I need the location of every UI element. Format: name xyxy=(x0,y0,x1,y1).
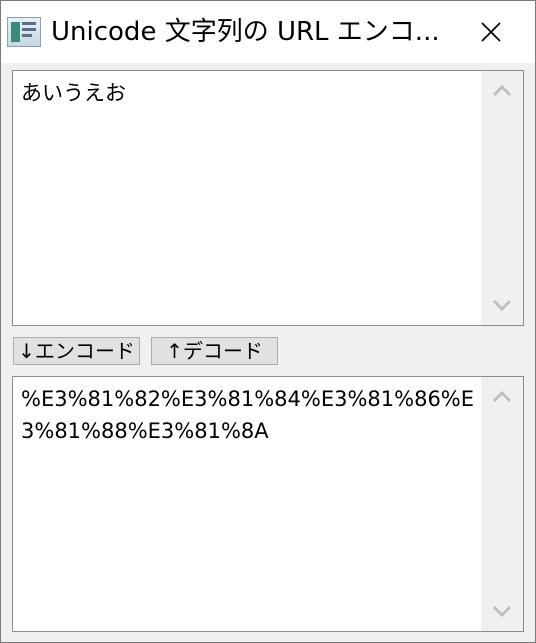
scroll-down-button[interactable] xyxy=(481,285,523,325)
scroll-up-button[interactable] xyxy=(481,377,523,417)
chevron-up-icon xyxy=(492,391,512,403)
encode-button[interactable]: ↓エンコード xyxy=(13,337,140,365)
chevron-up-icon xyxy=(492,85,512,97)
decode-button[interactable]: ↑デコード xyxy=(151,337,278,365)
input-scrollbar[interactable] xyxy=(481,71,523,325)
close-icon xyxy=(481,22,501,42)
input-textarea[interactable]: あいうえお xyxy=(12,70,524,326)
app-icon xyxy=(7,17,41,47)
window-title: Unicode 文字列の URL エンコ... xyxy=(51,17,440,47)
chevron-down-icon xyxy=(492,605,512,617)
app-window: Unicode 文字列の URL エンコ... あいうえお ↓エンコード ↑デコ… xyxy=(0,0,536,643)
chevron-down-icon xyxy=(492,299,512,311)
output-scrollbar[interactable] xyxy=(481,377,523,631)
output-textarea[interactable]: %E3%81%82%E3%81%84%E3%81%86%E3%81%88%E3%… xyxy=(12,376,524,632)
output-text: %E3%81%82%E3%81%84%E3%81%86%E3%81%88%E3%… xyxy=(21,387,475,443)
close-button[interactable] xyxy=(447,1,535,63)
input-text: あいうえお xyxy=(21,81,126,105)
title-bar[interactable]: Unicode 文字列の URL エンコ... xyxy=(1,1,535,63)
scroll-up-button[interactable] xyxy=(481,71,523,111)
scroll-down-button[interactable] xyxy=(481,591,523,631)
